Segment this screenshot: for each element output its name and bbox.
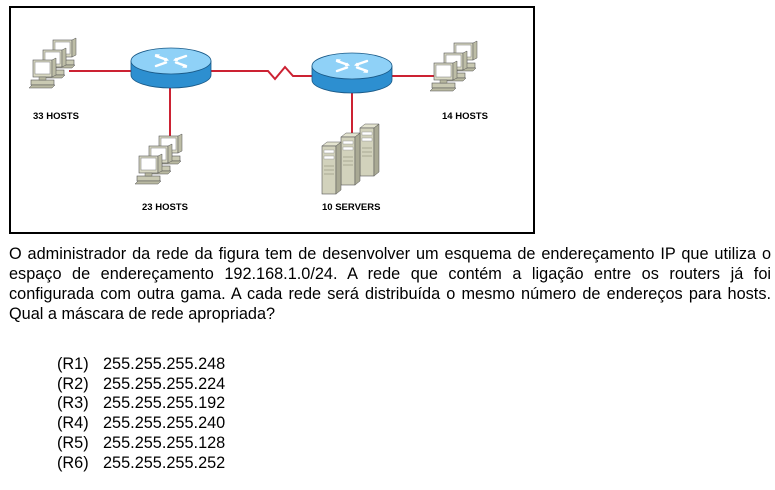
option-value: 255.255.255.248: [103, 355, 226, 373]
question-text: O administrador da rede da figura tem de…: [9, 245, 771, 323]
option-value: 255.255.255.252: [103, 453, 226, 472]
option-value: 255.255.255.240: [103, 414, 226, 433]
server-group-icon: [321, 123, 380, 195]
option-code: (R5): [57, 433, 89, 452]
router-icon: [310, 51, 394, 95]
option-code: (R3): [57, 394, 89, 413]
answer-options: (R1) 255.255.255.248 (R2) 255.255.255.22…: [57, 355, 225, 473]
answer-option: (R5) 255.255.255.128: [57, 434, 225, 454]
label-23-hosts: 23 HOSTS: [142, 202, 188, 213]
network-diagram: 33 HOSTS 23 HOSTS 10 SERVERS 14 HOSTS: [9, 6, 535, 234]
answer-option: (R2) 255.255.255.224: [57, 375, 225, 395]
option-value: 255.255.255.128: [103, 433, 226, 452]
answer-option: (R4) 255.255.255.240: [57, 414, 225, 434]
label-10-servers: 10 SERVERS: [322, 202, 380, 213]
option-value: 255.255.255.224: [103, 374, 226, 393]
option-code: (R6): [57, 453, 89, 472]
label-14-hosts: 14 HOSTS: [442, 111, 488, 122]
link-router-1-router-2: [208, 65, 315, 81]
option-code: (R4): [57, 414, 89, 433]
answer-option: (R3) 255.255.255.192: [57, 394, 225, 414]
workstation-group-icon: [430, 41, 477, 91]
answer-option: (R1) 255.255.255.248: [57, 355, 225, 375]
router-icon: [129, 46, 213, 90]
option-code: (R2): [57, 374, 89, 393]
option-value: 255.255.255.192: [103, 394, 226, 413]
option-code: (R1): [57, 355, 89, 373]
answer-option: (R6) 255.255.255.252: [57, 454, 225, 474]
label-33-hosts: 33 HOSTS: [33, 111, 79, 122]
workstation-group-icon: [29, 38, 76, 88]
workstation-group-icon: [135, 134, 182, 184]
